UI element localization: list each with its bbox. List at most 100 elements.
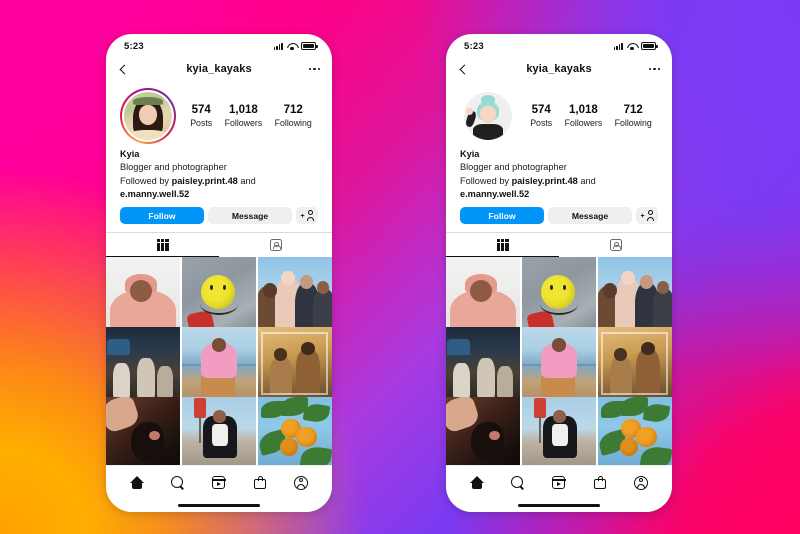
nav-home-button[interactable] <box>466 473 488 493</box>
battery-icon <box>301 42 318 50</box>
mutual-follower-2[interactable]: e.manny.well.52 <box>120 189 189 199</box>
grid-photo-6[interactable] <box>597 327 672 402</box>
stat-posts[interactable]: 574 Posts <box>530 103 552 128</box>
profile-bio: Kyia Blogger and photographer Followed b… <box>446 148 672 201</box>
bio-display-name: Kyia <box>120 149 140 159</box>
more-options-icon[interactable] <box>308 67 320 71</box>
stat-followers[interactable]: 1,018 Followers <box>565 103 603 128</box>
shop-icon <box>254 476 267 489</box>
nav-reels-button[interactable] <box>208 473 230 493</box>
tab-grid[interactable] <box>446 233 559 258</box>
grid-photo-2[interactable] <box>521 257 597 332</box>
grid-photo-7[interactable] <box>446 396 521 465</box>
following-count: 712 <box>283 104 303 117</box>
stat-following[interactable]: 712 Following <box>275 103 312 128</box>
profile-bio: Kyia Blogger and photographer Followed b… <box>106 148 332 201</box>
profile-username-title: kyia_kayaks <box>186 63 252 75</box>
followers-label: Followers <box>564 117 603 128</box>
message-button[interactable]: Message <box>208 207 292 225</box>
mutual-follower-2[interactable]: e.manny.well.52 <box>460 189 529 199</box>
grid-photo-3[interactable] <box>597 257 672 332</box>
grid-photo-5[interactable] <box>181 327 257 402</box>
posts-count: 574 <box>191 104 211 117</box>
nav-reels-button[interactable] <box>548 473 570 493</box>
add-person-button[interactable]: + <box>296 207 318 225</box>
profile-stats: 574 Posts 1,018 Followers 712 Following <box>516 103 658 128</box>
grid-photo-8[interactable] <box>181 396 257 465</box>
home-indicator <box>446 499 672 512</box>
battery-icon <box>641 42 658 50</box>
avatar[interactable] <box>460 88 516 144</box>
stat-following[interactable]: 712 Following <box>615 103 652 128</box>
photo-grid <box>446 257 672 465</box>
phone-mockup-right: 5:23 kyia_kayaks 574 Posts 1,018 Followe… <box>446 34 672 512</box>
grid-photo-2[interactable] <box>181 257 257 332</box>
wifi-icon <box>287 42 297 50</box>
followers-count: 1,018 <box>569 104 598 117</box>
back-button[interactable] <box>118 64 136 74</box>
home-icon <box>129 476 144 489</box>
stat-posts[interactable]: 574 Posts <box>190 103 212 128</box>
status-time: 5:23 <box>464 40 484 52</box>
cellular-signal-icon <box>273 42 283 50</box>
profile-navbar: kyia_kayaks <box>446 56 672 82</box>
bottom-navigation-bar <box>106 465 332 499</box>
chevron-left-icon <box>119 64 130 74</box>
followed-by-join: and <box>577 175 596 186</box>
nav-profile-button[interactable] <box>290 473 312 493</box>
grid-photo-6[interactable] <box>257 327 332 402</box>
add-person-button[interactable]: + <box>636 207 658 225</box>
story-ring <box>120 88 176 144</box>
more-options-icon[interactable] <box>648 67 660 71</box>
grid-photo-8[interactable] <box>521 396 597 465</box>
followers-label: Followers <box>224 117 263 128</box>
reels-icon <box>551 476 566 489</box>
mutual-follower-1[interactable]: paisley.print.48 <box>512 176 578 186</box>
profile-tabs <box>106 232 332 258</box>
grid-photo-7[interactable] <box>106 396 181 465</box>
nav-home-button[interactable] <box>126 473 148 493</box>
nav-shop-button[interactable] <box>249 473 271 493</box>
chevron-left-icon <box>459 64 470 74</box>
followed-by-join: and <box>237 175 256 186</box>
cartoon-avatar-image <box>463 91 513 141</box>
grid-photo-9[interactable] <box>597 396 672 465</box>
profile-header: 574 Posts 1,018 Followers 712 Following <box>446 82 672 148</box>
avatar-inner <box>462 90 514 142</box>
grid-photo-1[interactable] <box>106 257 181 332</box>
nav-shop-button[interactable] <box>589 473 611 493</box>
grid-icon <box>156 238 169 251</box>
avatar-ring-none <box>460 88 516 144</box>
followed-by-text: Followed by paisley.print.48 and e.manny… <box>460 175 658 202</box>
profile-icon <box>294 475 309 490</box>
back-button[interactable] <box>458 64 476 74</box>
grid-photo-1[interactable] <box>446 257 521 332</box>
phone-mockup-left: 5:23 kyia_kayaks 574 Posts 1,018 Followe… <box>106 34 332 512</box>
message-button[interactable]: Message <box>548 207 632 225</box>
status-bar: 5:23 <box>106 34 332 56</box>
follow-button[interactable]: Follow <box>120 207 204 225</box>
profile-icon <box>634 475 649 490</box>
tab-tagged[interactable] <box>559 233 672 257</box>
mutual-follower-1[interactable]: paisley.print.48 <box>172 176 238 186</box>
wifi-icon <box>627 42 637 50</box>
grid-photo-4[interactable] <box>446 327 521 402</box>
tagged-photos-icon <box>269 238 282 251</box>
tab-grid[interactable] <box>106 233 219 258</box>
follow-button[interactable]: Follow <box>460 207 544 225</box>
nav-search-button[interactable] <box>507 473 529 493</box>
followed-by-text: Followed by paisley.print.48 and e.manny… <box>120 175 318 202</box>
posts-label: Posts <box>190 117 213 128</box>
shop-icon <box>594 476 607 489</box>
stat-followers[interactable]: 1,018 Followers <box>225 103 263 128</box>
grid-photo-3[interactable] <box>257 257 332 332</box>
avatar[interactable] <box>120 88 176 144</box>
grid-photo-5[interactable] <box>521 327 597 402</box>
bio-description: Blogger and photographer <box>120 162 227 173</box>
reels-icon <box>211 476 226 489</box>
grid-photo-4[interactable] <box>106 327 181 402</box>
nav-profile-button[interactable] <box>630 473 652 493</box>
nav-search-button[interactable] <box>167 473 189 493</box>
tab-tagged[interactable] <box>219 233 332 257</box>
grid-photo-9[interactable] <box>257 396 332 465</box>
